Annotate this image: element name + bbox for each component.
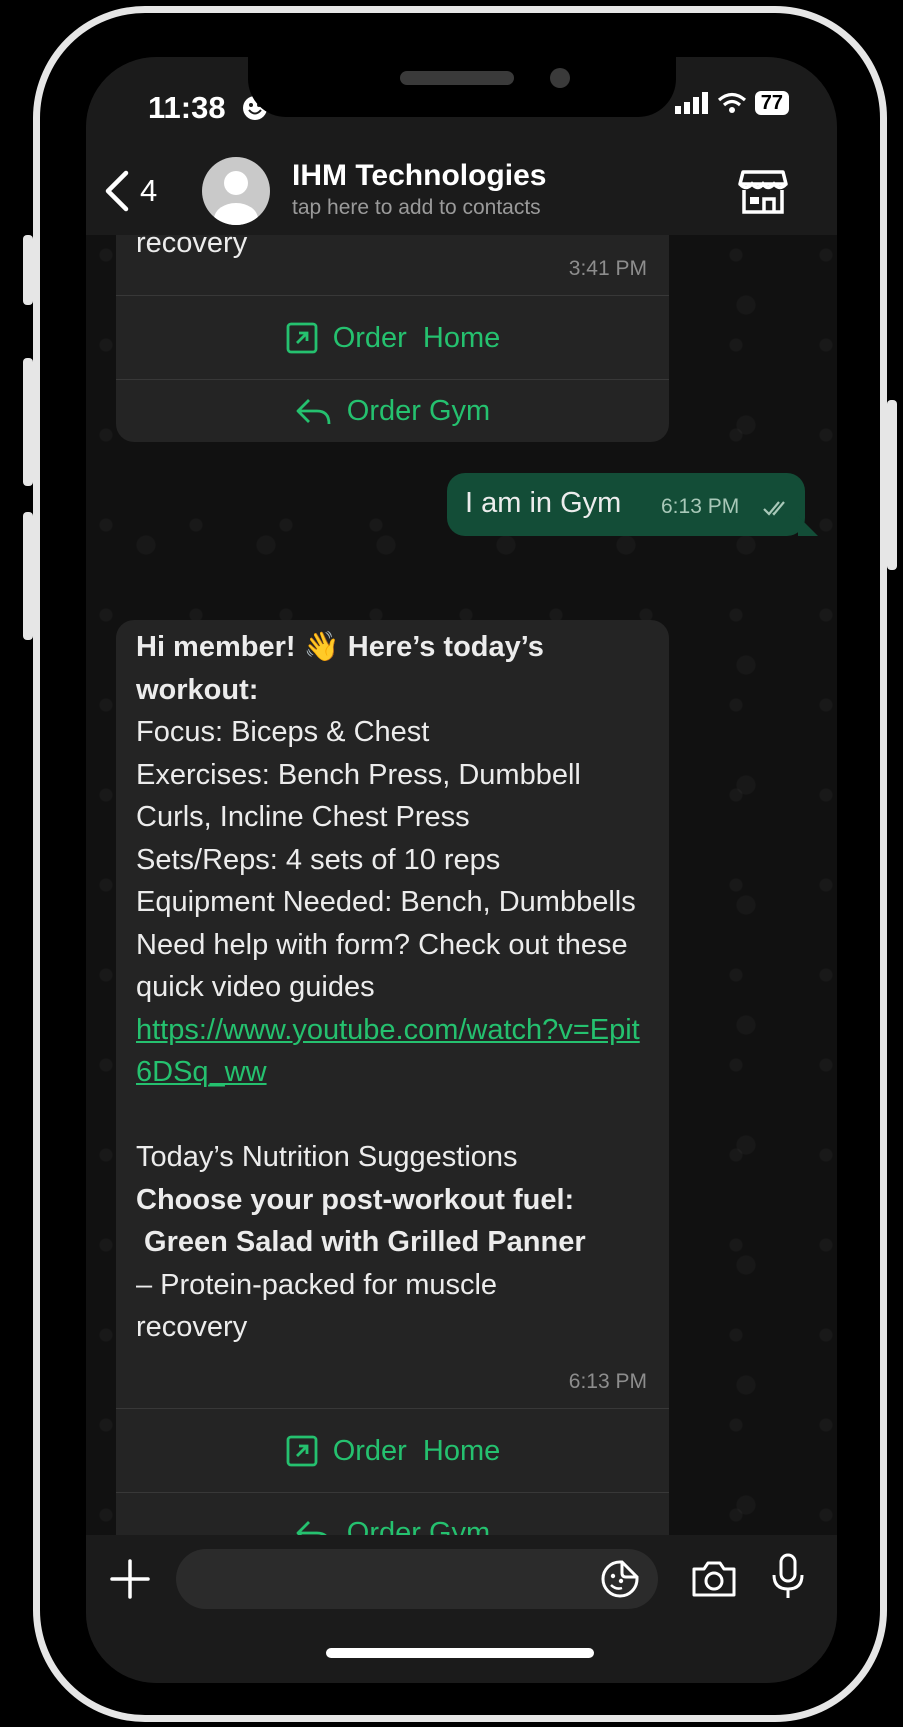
phone-screen: 11:38 77 4 IHM Technologies tap here to … — [86, 57, 837, 1683]
unread-count[interactable]: 4 — [140, 173, 157, 209]
protein-line: – Protein-packed for muscle recovery — [136, 1268, 498, 1344]
message-body: Hi member! 👋 Here’s today’s workout: Foc… — [136, 626, 651, 1349]
external-link-icon — [286, 1435, 318, 1467]
plus-icon[interactable] — [108, 1557, 152, 1601]
workout-intro: Hi member! 👋 Here’s today’s workout: — [136, 631, 544, 706]
wifi-icon — [717, 92, 746, 113]
message-text: I am in Gym — [465, 487, 622, 519]
sets-line: Sets/Reps: 4 sets of 10 reps — [136, 843, 501, 876]
nutrition-heading: Today’s Nutrition Suggestions — [136, 1141, 518, 1173]
store-icon[interactable] — [738, 169, 788, 215]
contact-name[interactable]: IHM Technologies — [292, 159, 546, 193]
focus-line: Focus: Biceps & Chest — [136, 716, 430, 748]
order-home-label: Order Home — [332, 1434, 501, 1467]
order-gym-button[interactable]: Order Gym — [116, 1492, 669, 1535]
speaker — [400, 71, 514, 85]
side-button-power — [887, 400, 897, 570]
side-button-volume-down — [23, 512, 33, 640]
order-home-label: Order Home — [332, 321, 501, 354]
message-time: 6:13 PM — [661, 495, 740, 518]
notch — [248, 57, 676, 117]
contact-avatar[interactable] — [202, 157, 270, 225]
home-indicator[interactable] — [326, 1648, 594, 1658]
message-incoming-previous: recovery 3:41 PM Order Home Order Gym — [116, 235, 669, 442]
side-button-volume-up — [23, 358, 33, 486]
message-outgoing: I am in Gym 6:13 PM — [447, 473, 805, 536]
message-text: recovery — [136, 235, 248, 259]
exercises-line: Exercises: Bench Press, Dumbbell Curls, … — [136, 758, 581, 834]
side-button-mute — [23, 235, 33, 305]
reply-icon — [296, 398, 331, 424]
order-gym-label: Order Gym — [346, 1517, 491, 1535]
order-gym-button[interactable]: Order Gym — [116, 379, 669, 443]
help-line: Need help with form? Check out these qui… — [136, 928, 628, 1004]
message-input[interactable] — [176, 1549, 658, 1609]
order-gym-label: Order Gym — [346, 395, 491, 427]
message-time: 6:13 PM — [568, 1370, 647, 1393]
status-time: 11:38 — [148, 90, 226, 125]
video-link[interactable]: https://www.youtube.com/watch?v=Epit6DSq… — [136, 1009, 651, 1094]
bubble-tail — [798, 516, 818, 536]
camera-icon[interactable] — [690, 1559, 738, 1599]
message-time: 3:41 PM — [568, 257, 647, 280]
back-chevron-icon[interactable] — [100, 169, 134, 213]
fuel-line: Choose your post-workout fuel: — [136, 1183, 575, 1216]
contact-subtitle[interactable]: tap here to add to contacts — [292, 196, 541, 220]
sticker-icon[interactable] — [600, 1559, 640, 1599]
battery-level: 77 — [754, 91, 789, 115]
salad-line: Green Salad with Grilled Panner — [136, 1226, 586, 1258]
order-home-button[interactable]: Order Home — [116, 1408, 669, 1493]
message-incoming-workout: Hi member! 👋 Here’s today’s workout: Foc… — [116, 620, 669, 1535]
front-camera — [550, 68, 570, 88]
order-home-button[interactable]: Order Home — [116, 295, 669, 380]
signal-icon — [674, 92, 708, 114]
double-check-icon — [763, 501, 785, 516]
message-composer — [86, 1535, 837, 1683]
microphone-icon[interactable] — [771, 1553, 805, 1601]
chat-area[interactable]: recovery 3:41 PM Order Home Order Gym I … — [86, 235, 837, 1535]
status-indicators: 77 — [674, 91, 789, 115]
reply-icon — [296, 1520, 327, 1535]
equipment-line: Equipment Needed: Bench, Dumbbells — [136, 886, 636, 918]
external-link-icon — [286, 322, 318, 354]
person-icon — [214, 171, 258, 225]
